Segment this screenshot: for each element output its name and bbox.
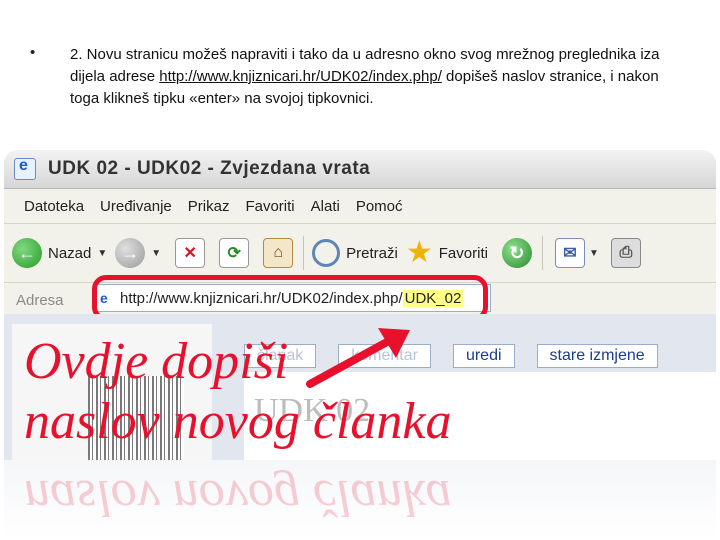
printer-icon[interactable]: ⎙: [610, 238, 641, 268]
search-button[interactable]: Pretraži: [312, 239, 398, 267]
star-icon: ★: [405, 236, 433, 269]
bullet-point: •: [30, 44, 36, 61]
search-icon: [312, 239, 341, 267]
annotation-line-2: naslov novog članka: [24, 393, 452, 450]
tab-stare-izmjene[interactable]: stare izmjene: [536, 344, 658, 368]
chevron-down-icon[interactable]: ▼: [589, 248, 599, 259]
home-icon[interactable]: ⌂: [263, 238, 294, 268]
instruction-paragraph: 2. Novu stranicu možeš napraviti i tako …: [70, 44, 690, 110]
tab-uredi[interactable]: uredi: [452, 344, 515, 368]
favorites-button[interactable]: ★ Favoriti: [405, 236, 488, 269]
menu-bar: Datoteka Uređivanje Prikaz Favoriti Alat…: [4, 189, 716, 224]
favorites-button-label: Favoriti: [438, 244, 488, 262]
chevron-down-icon[interactable]: ▼: [97, 248, 107, 259]
menu-prikaz[interactable]: Prikaz: [182, 198, 236, 215]
back-button[interactable]: ← Nazad ▼: [12, 238, 107, 268]
screenshot-reflection: naslov novog članka: [4, 460, 716, 540]
window-title: UDK 02 - UDK02 - Zvjezdana vrata: [48, 158, 371, 179]
annotation-line-1: Ovdje dopiši: [24, 333, 289, 390]
red-arrow-icon: [306, 328, 410, 388]
menu-datoteka[interactable]: Datoteka: [18, 198, 90, 215]
forward-button[interactable]: → ▼: [115, 238, 161, 268]
back-button-label: Nazad: [48, 244, 92, 262]
menu-uredivanje[interactable]: Uređivanje: [94, 198, 178, 215]
search-button-label: Pretraži: [346, 244, 398, 262]
stop-icon[interactable]: ✕: [175, 238, 206, 268]
menu-favoriti[interactable]: Favoriti: [239, 198, 300, 215]
internet-explorer-icon: [14, 157, 36, 180]
history-icon[interactable]: ↻: [501, 238, 532, 268]
instruction-link[interactable]: http://www.knjiznicari.hr/UDK02/index.ph…: [159, 68, 442, 85]
address-label: Adresa: [16, 291, 64, 309]
window-titlebar: UDK 02 - UDK02 - Zvjezdana vrata: [4, 150, 716, 189]
reflection-text: naslov novog članka: [24, 469, 452, 526]
toolbar-separator: [303, 236, 305, 270]
mail-icon[interactable]: ✉: [554, 238, 585, 268]
refresh-icon[interactable]: ⟳: [219, 238, 250, 268]
back-arrow-icon: ←: [12, 238, 42, 268]
menu-pomoc[interactable]: Pomoć: [350, 198, 409, 215]
toolbar-separator: [541, 236, 543, 270]
menu-alati[interactable]: Alati: [305, 198, 346, 215]
chevron-down-icon[interactable]: ▼: [151, 248, 161, 259]
forward-arrow-icon: →: [115, 238, 146, 268]
